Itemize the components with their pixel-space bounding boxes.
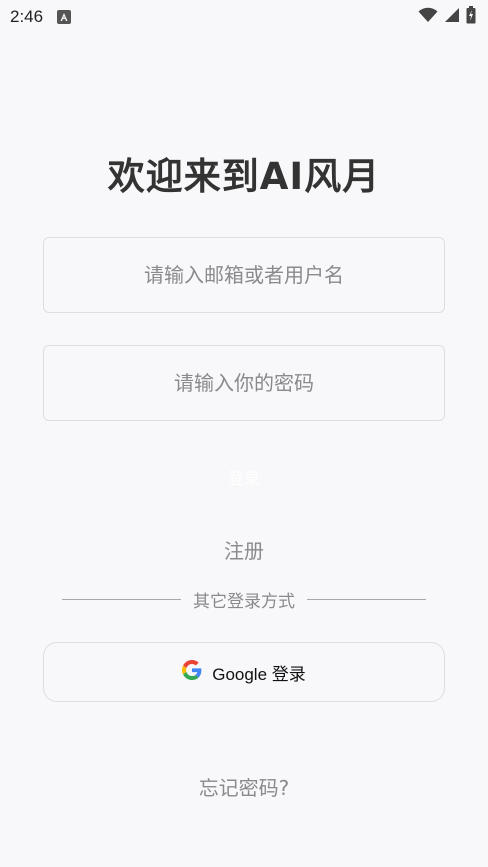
wifi-icon bbox=[418, 7, 438, 27]
divider-line-right bbox=[307, 598, 426, 600]
divider-line-left bbox=[62, 598, 181, 600]
email-username-field[interactable] bbox=[43, 237, 445, 313]
register-link[interactable]: 注册 bbox=[0, 535, 488, 564]
cellular-signal-icon bbox=[444, 7, 460, 27]
status-time: 2:46 bbox=[10, 7, 44, 26]
login-button[interactable]: 登录 bbox=[219, 462, 269, 492]
password-field[interactable] bbox=[43, 345, 445, 421]
google-login-label: Google 登录 bbox=[212, 664, 306, 684]
other-login-divider: 其它登录方式 bbox=[62, 586, 426, 612]
status-bar: 2:46 bbox=[0, 0, 488, 34]
password-input[interactable] bbox=[44, 346, 444, 420]
battery-charging-icon bbox=[466, 6, 476, 28]
google-icon bbox=[182, 660, 202, 684]
google-login-button[interactable]: Google 登录 bbox=[43, 642, 445, 702]
email-username-input[interactable] bbox=[44, 238, 444, 312]
notification-a-icon bbox=[57, 10, 72, 24]
forgot-password-link[interactable]: 忘记密码? bbox=[0, 772, 488, 801]
divider-text: 其它登录方式 bbox=[193, 591, 295, 612]
page-title: 欢迎来到AI风月 bbox=[107, 155, 381, 198]
